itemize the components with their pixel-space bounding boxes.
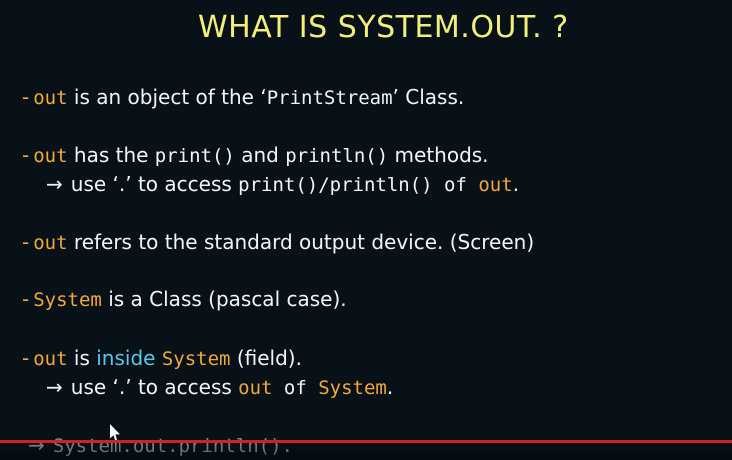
code-methods: print()/println() of — [238, 174, 479, 196]
keyword-out: out — [238, 377, 273, 399]
line-out-object: - out is an object of the ‘PrintStream’ C… — [22, 84, 464, 111]
text-segment: refers to the standard output device. (S… — [67, 230, 535, 254]
video-controls-shade — [0, 443, 732, 460]
keyword-system: System — [33, 289, 102, 311]
text-segment: (field). — [230, 346, 302, 370]
keyword-out: out — [33, 145, 68, 167]
line-access-methods: → use ‘.’ to access print()/println() of … — [46, 171, 519, 198]
keyword-out: out — [478, 174, 513, 196]
arrow-icon: → — [46, 375, 63, 399]
text-segment: is a Class (pascal case). — [101, 287, 347, 311]
text-segment: use ‘.’ to access — [70, 172, 239, 196]
line-access-out: → use ‘.’ to access out of System. — [46, 374, 393, 401]
keyword-out: out — [33, 87, 68, 109]
text-segment: . — [512, 172, 520, 196]
text-segment: ’ Class. — [392, 85, 465, 109]
keyword-system: System — [318, 377, 387, 399]
arrow-icon: → — [46, 172, 63, 196]
text-segment: is — [67, 346, 97, 370]
slide-title: WHAT IS SYSTEM.OUT. ? — [198, 10, 569, 45]
keyword-out: out — [33, 348, 68, 370]
code-print: print() — [154, 145, 235, 167]
text-segment: methods. — [388, 143, 489, 167]
text-segment: . — [386, 375, 394, 399]
code-printstream: PrintStream — [266, 87, 393, 109]
bullet-dash: - — [22, 85, 30, 109]
text-segment: is an object of the ‘ — [67, 85, 267, 109]
code-println: println() — [285, 145, 389, 167]
line-out-inside-system: - out is inside System (field). — [22, 345, 302, 372]
text-segment: and — [234, 143, 286, 167]
line-system-class: - System is a Class (pascal case). — [22, 286, 347, 313]
line-standard-output: - out refers to the standard output devic… — [22, 229, 534, 256]
text-segment: use ‘.’ to access — [70, 375, 239, 399]
bullet-dash: - — [22, 346, 30, 370]
text-segment: of — [272, 377, 319, 399]
bullet-dash: - — [22, 230, 30, 254]
bullet-dash: - — [22, 143, 30, 167]
keyword-system: System — [161, 348, 231, 370]
highlight-inside: inside — [96, 346, 156, 370]
keyword-out: out — [33, 232, 68, 254]
text-segment: has the — [67, 143, 155, 167]
bullet-dash: - — [22, 287, 30, 311]
line-out-methods: - out has the print() and println() metho… — [22, 142, 489, 169]
